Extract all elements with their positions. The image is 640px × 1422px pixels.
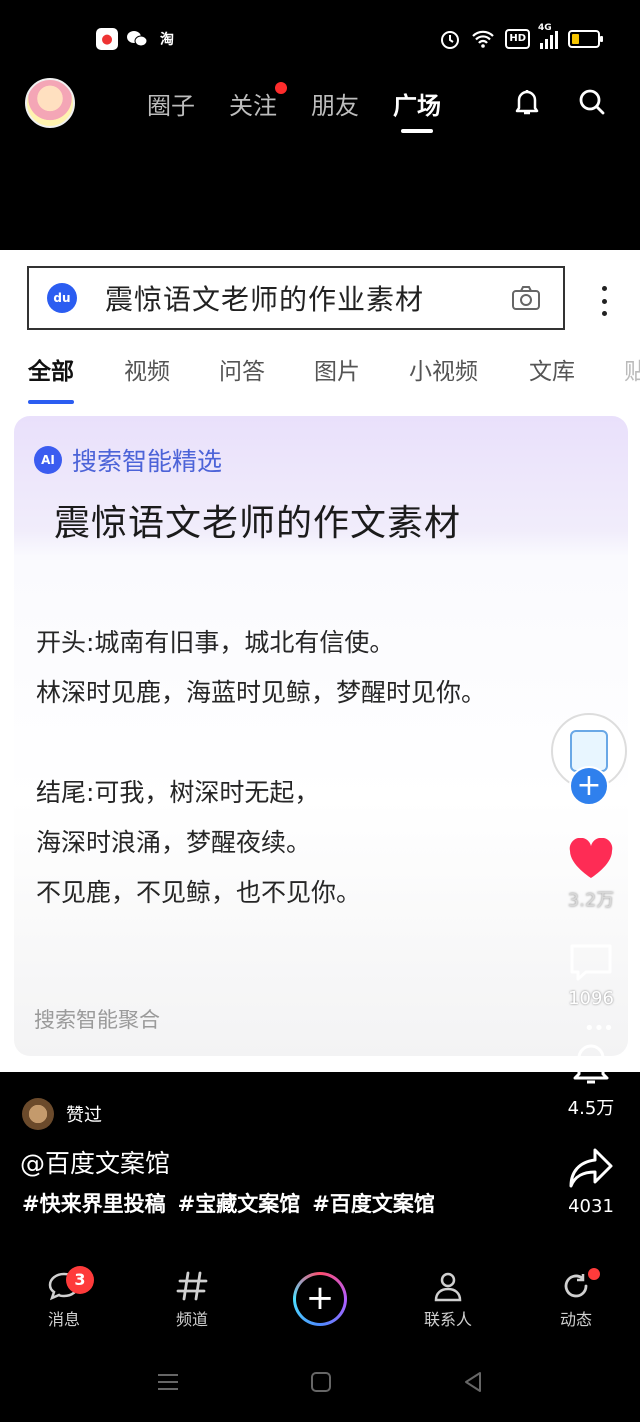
feed-tabs: 圈子 关注 朋友 广场	[147, 82, 441, 121]
more-options-icon	[602, 286, 608, 316]
red-app-icon: ●	[96, 28, 118, 50]
taobao-icon: 淘	[160, 32, 174, 48]
search-query: 震惊语文老师的作业素材	[105, 283, 425, 316]
top-nav: 圈子 关注 朋友 广场	[0, 74, 640, 134]
tab-following-label: 关注	[229, 92, 277, 120]
bell-icon[interactable]	[511, 86, 543, 118]
like-count: 3.2万	[567, 890, 615, 911]
nav-messages-label: 消息	[47, 1310, 80, 1329]
search-tab-qa: 问答	[219, 359, 265, 385]
system-nav-bar	[0, 1362, 640, 1402]
body-line: 林深时见鹿，海蓝时见鲸，梦醒时见你。	[36, 678, 487, 707]
share-button[interactable]: 4031	[560, 1146, 622, 1217]
baidu-logo-icon: du	[47, 283, 77, 313]
heart-icon	[569, 838, 613, 878]
search-category-tabs: 全部 视频 问答 图片 小视频 文库 贴	[0, 348, 640, 404]
camera-icon	[512, 286, 540, 310]
follow-button[interactable]: +	[569, 766, 609, 806]
ai-badge: AI 搜索智能精选	[34, 442, 222, 478]
body-line: 海深时浪涌，梦醒夜续。	[36, 828, 312, 857]
search-tab-short-video: 小视频	[409, 359, 478, 385]
search-tab-images: 图片	[314, 359, 360, 385]
collect-count: 4.5万	[567, 1098, 615, 1119]
battery-icon	[568, 30, 603, 48]
ai-logo-icon: AI	[34, 446, 62, 474]
hashtags: #快来界里投稿 #宝藏文案馆 #百度文案馆	[22, 1188, 435, 1218]
tab-friends[interactable]: 朋友	[311, 86, 359, 121]
nav-updates[interactable]: 动态	[536, 1268, 616, 1330]
comment-count: 1096	[568, 988, 614, 1009]
search-tab-video: 视频	[124, 359, 170, 385]
ai-footer: 搜索智能聚合	[34, 1008, 160, 1032]
network-type-label: 4G	[538, 23, 552, 33]
create-button[interactable]: +	[293, 1272, 347, 1326]
hashtag[interactable]: #宝藏文案馆	[178, 1188, 301, 1218]
status-bar: ● 淘 HD 4G	[0, 0, 640, 80]
body-line: 开头:城南有旧事，城北有信使。	[36, 628, 395, 657]
user-avatar[interactable]	[25, 78, 75, 128]
video-content[interactable]: du 震惊语文老师的作业素材 全部 视频 问答 图片 小视频 文库 贴 AI 搜…	[0, 250, 640, 1072]
hashtag[interactable]: #百度文案馆	[312, 1188, 435, 1218]
system-icons: HD 4G	[439, 23, 603, 50]
ai-label: 搜索智能精选	[72, 447, 223, 476]
nav-messages[interactable]: 消息 3	[24, 1266, 104, 1330]
nav-channels[interactable]: 频道	[152, 1270, 232, 1330]
share-icon	[569, 1148, 613, 1188]
share-count: 4031	[568, 1196, 614, 1217]
hd-icon: HD	[505, 29, 530, 49]
search-tab-all: 全部	[28, 352, 74, 404]
back-icon[interactable]	[461, 1370, 485, 1394]
message-badge: 3	[66, 1266, 94, 1294]
liked-by[interactable]: 赞过	[22, 1098, 102, 1130]
menu-icon[interactable]	[156, 1370, 180, 1394]
comment-button[interactable]: 1096	[560, 942, 622, 1009]
battery-level	[572, 34, 580, 44]
bottom-nav: 消息 3 频道 + 联系人 动态	[0, 1262, 640, 1342]
ai-body: 开头:城南有旧事，城北有信使。 林深时见鹿，海蓝时见鲸，梦醒时见你。 结尾:可我…	[36, 618, 486, 918]
body-line: 不见鹿，不见鲸，也不见你。	[36, 878, 362, 907]
ai-answer-card: AI 搜索智能精选 震惊语文老师的作文素材 开头:城南有旧事，城北有信使。 林深…	[14, 416, 628, 1056]
tab-plaza[interactable]: 广场	[393, 86, 441, 121]
ai-title: 震惊语文老师的作文素材	[54, 503, 462, 544]
wechat-icon	[126, 28, 148, 50]
bell-collect-icon	[573, 1044, 609, 1084]
body-line: 结尾:可我，树深时无起，	[36, 778, 320, 807]
hashtag[interactable]: #快来界里投稿	[22, 1188, 166, 1218]
notification-dot	[275, 82, 287, 94]
liker-avatar	[22, 1098, 54, 1130]
search-tab-more: 贴	[624, 359, 640, 385]
tab-circle[interactable]: 圈子	[147, 86, 195, 121]
signal-icon: 4G	[538, 23, 558, 49]
nav-channels-label: 频道	[175, 1310, 208, 1329]
person-icon	[434, 1272, 462, 1302]
author-name[interactable]: @百度文案馆	[20, 1144, 170, 1180]
liked-label: 赞过	[66, 1105, 102, 1126]
comment-icon	[570, 944, 612, 981]
notification-icons: ● 淘	[96, 28, 178, 50]
tab-following[interactable]: 关注	[229, 82, 287, 121]
nav-updates-label: 动态	[559, 1310, 592, 1329]
wifi-icon	[472, 30, 495, 48]
hashtag-icon	[176, 1271, 208, 1301]
search-box: du 震惊语文老师的作业素材	[27, 266, 565, 330]
alarm-icon	[441, 31, 460, 49]
nav-contacts-label: 联系人	[423, 1310, 472, 1329]
search-icon[interactable]	[576, 86, 608, 118]
plus-icon: +	[296, 1275, 344, 1323]
collect-button[interactable]: 4.5万	[560, 1036, 622, 1120]
nav-contacts[interactable]: 联系人	[408, 1270, 488, 1330]
updates-dot	[588, 1268, 600, 1280]
home-icon[interactable]	[309, 1370, 333, 1394]
like-button[interactable]: 3.2万	[560, 838, 622, 912]
search-tab-library: 文库	[529, 359, 575, 385]
